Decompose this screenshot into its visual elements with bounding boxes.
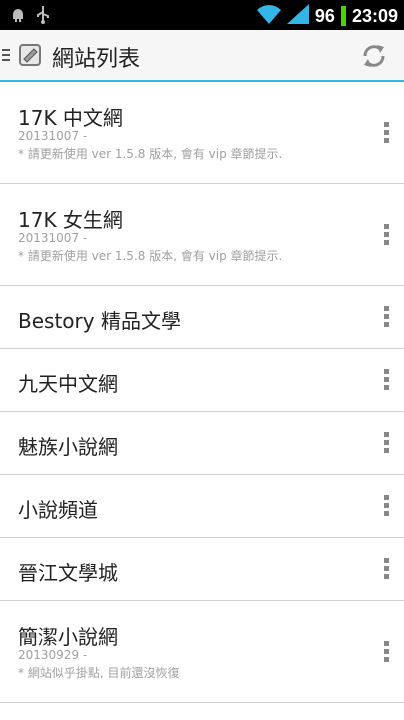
- status-bar: 96 23:09: [0, 0, 404, 30]
- list-item[interactable]: 九天中文網: [0, 349, 404, 412]
- app-icon: [18, 42, 44, 68]
- page-title: 網站列表: [52, 47, 141, 72]
- item-title: 魅族小說網: [18, 435, 118, 459]
- item-title: 九天中文網: [18, 372, 118, 396]
- item-title: 晉江文學城: [18, 561, 118, 585]
- overflow-menu-icon[interactable]: [384, 432, 390, 456]
- item-date: 20131007 -: [18, 231, 88, 245]
- overflow-menu-icon[interactable]: [384, 558, 390, 582]
- list-item[interactable]: Bestory 精品文學: [0, 286, 404, 349]
- item-note: * 請更新使用 ver 1.5.8 版本, 會有 vip 章節提示.: [18, 147, 283, 161]
- list-item[interactable]: 17K 中文網 20131007 - * 請更新使用 ver 1.5.8 版本,…: [0, 82, 404, 184]
- overflow-menu-icon[interactable]: [384, 306, 390, 330]
- list-item[interactable]: 小說頻道: [0, 475, 404, 538]
- action-bar: 網站列表: [0, 30, 404, 82]
- item-date: 20131007 -: [18, 129, 88, 143]
- item-title: 17K 中文網: [18, 106, 123, 130]
- battery-icon: [340, 6, 346, 26]
- clock: 23:09: [351, 5, 398, 26]
- usb-icon: [36, 6, 50, 28]
- signal-icon: [286, 4, 309, 28]
- site-list: 17K 中文網 20131007 - * 請更新使用 ver 1.5.8 版本,…: [0, 82, 404, 703]
- refresh-button[interactable]: [360, 42, 388, 70]
- item-title: Bestory 精品文學: [18, 309, 181, 333]
- item-note: * 請更新使用 ver 1.5.8 版本, 會有 vip 章節提示.: [18, 249, 283, 263]
- overflow-menu-icon[interactable]: [384, 495, 390, 519]
- android-debug-icon: [10, 7, 26, 27]
- item-note: * 網站似乎掛點, 目前還沒恢復: [18, 666, 180, 680]
- list-item[interactable]: 魅族小說網: [0, 412, 404, 475]
- battery-level: 96: [314, 5, 335, 26]
- overflow-menu-icon[interactable]: [384, 641, 390, 665]
- item-title: 17K 女生網: [18, 208, 123, 232]
- refresh-icon: [363, 45, 385, 67]
- home-button[interactable]: [0, 30, 44, 80]
- list-item[interactable]: 晉江文學城: [0, 538, 404, 601]
- list-item[interactable]: 簡潔小說網 20130929 - * 網站似乎掛點, 目前還沒恢復: [0, 601, 404, 703]
- item-title: 小說頻道: [18, 498, 98, 522]
- item-date: 20130929 -: [18, 648, 88, 662]
- wifi-icon: [256, 4, 281, 28]
- drawer-indicator-icon: [2, 46, 10, 64]
- list-item[interactable]: 17K 女生網 20131007 - * 請更新使用 ver 1.5.8 版本,…: [0, 184, 404, 286]
- overflow-menu-icon[interactable]: [384, 369, 390, 393]
- overflow-menu-icon[interactable]: [384, 122, 390, 146]
- overflow-menu-icon[interactable]: [384, 224, 390, 248]
- item-title: 簡潔小說網: [18, 625, 118, 649]
